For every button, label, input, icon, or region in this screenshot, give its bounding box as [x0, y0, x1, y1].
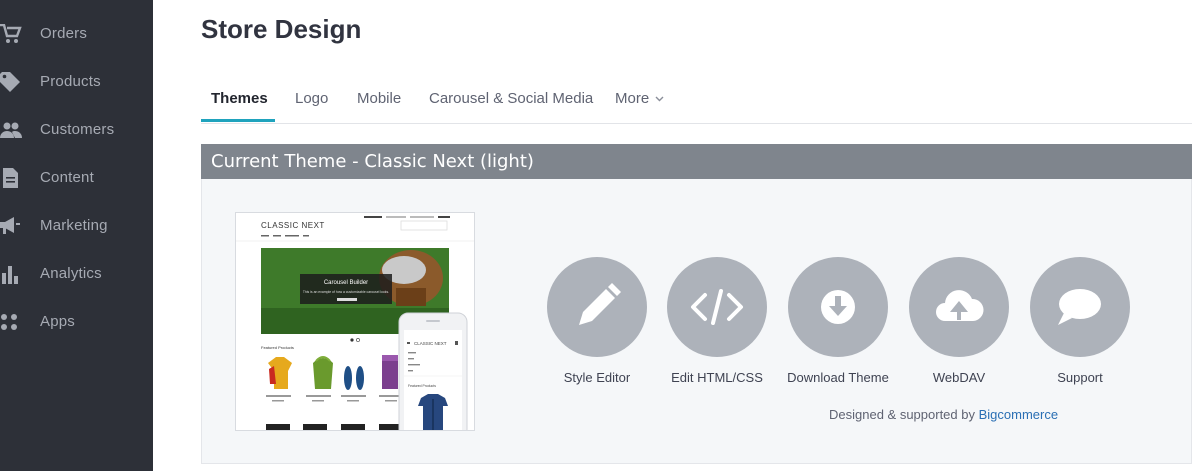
- speech-bubble-icon: [1058, 289, 1101, 325]
- megaphone-icon: [0, 217, 20, 234]
- sidebar-item-content[interactable]: Content: [0, 161, 153, 193]
- support-circle: [1030, 257, 1130, 357]
- sidebar-item-label: Products: [40, 73, 101, 90]
- document-icon: [3, 168, 18, 188]
- download-icon: [821, 290, 855, 324]
- sidebar-item-analytics[interactable]: Analytics: [0, 257, 153, 289]
- pencil-icon: [579, 283, 621, 325]
- current-theme-header: Current Theme - Classic Next (light): [201, 144, 1192, 179]
- main-content: Store Design Themes Logo Mobile Carousel…: [153, 0, 1204, 471]
- current-theme-title: Current Theme - Classic Next (light): [211, 151, 534, 172]
- code-icon: [691, 289, 743, 325]
- sidebar-item-label: Marketing: [40, 217, 108, 234]
- people-icon: [0, 122, 22, 138]
- sidebar: Orders Products Customers Content Market…: [0, 0, 153, 471]
- apps-grid-icon: [1, 314, 17, 330]
- sidebar-item-orders[interactable]: Orders: [0, 17, 153, 49]
- download-theme-circle: [788, 257, 888, 357]
- bigcommerce-link[interactable]: Bigcommerce: [979, 407, 1058, 422]
- preview-store-name: CLASSIC NEXT: [261, 221, 325, 230]
- sidebar-item-apps[interactable]: Apps: [0, 305, 153, 337]
- tab-more-label: More: [615, 90, 650, 107]
- edit-html-css-label: Edit HTML/CSS: [671, 370, 763, 385]
- tab-logo[interactable]: Logo: [295, 90, 328, 107]
- style-editor-label: Style Editor: [563, 370, 631, 385]
- preview-carousel-title: Carousel Builder: [324, 280, 368, 286]
- sidebar-item-customers[interactable]: Customers: [0, 113, 153, 145]
- theme-credit: Designed & supported by Bigcommerce: [829, 407, 1058, 422]
- tab-mobile[interactable]: Mobile: [357, 90, 401, 107]
- page-title: Store Design: [201, 14, 362, 44]
- preview-featured-label: Featured Products: [261, 345, 294, 350]
- chevron-down-icon: [655, 96, 664, 102]
- sidebar-item-label: Orders: [40, 25, 88, 42]
- download-theme-label: Download Theme: [787, 370, 889, 385]
- tab-carousel-social-media[interactable]: Carousel & Social Media: [429, 90, 593, 107]
- tab-more[interactable]: More: [615, 90, 664, 107]
- sidebar-item-label: Customers: [40, 121, 115, 138]
- preview-carousel-text: This is an example of how a customizable…: [303, 290, 389, 294]
- theme-preview-thumbnail: CLASSIC NEXT Carousel Builder This is an…: [235, 212, 475, 431]
- sidebar-item-label: Content: [40, 169, 94, 186]
- style-editor-circle: [547, 257, 647, 357]
- sidebar-item-products[interactable]: Products: [0, 65, 153, 97]
- sidebar-item-label: Apps: [40, 313, 75, 330]
- preview-mobile-store-name: CLASSIC NEXT: [414, 341, 447, 346]
- tab-themes[interactable]: Themes: [211, 90, 268, 107]
- theme-preview-image: CLASSIC NEXT Carousel Builder This is an…: [236, 213, 474, 430]
- sidebar-item-label: Analytics: [40, 265, 102, 282]
- cloud-upload-icon: [936, 290, 984, 321]
- sidebar-item-marketing[interactable]: Marketing: [0, 209, 153, 241]
- tag-icon: [0, 72, 20, 92]
- cart-icon: [0, 24, 22, 43]
- webdav-circle: [909, 257, 1009, 357]
- preview-mobile-featured-label: Featured Products: [408, 384, 436, 388]
- current-theme-panel: CLASSIC NEXT Carousel Builder This is an…: [201, 179, 1192, 464]
- bar-chart-icon: [2, 266, 18, 284]
- webdav-label: WebDAV: [932, 370, 986, 385]
- edit-html-css-circle: [667, 257, 767, 357]
- credit-prefix: Designed & supported by: [829, 407, 975, 422]
- tab-bar: Themes Logo Mobile Carousel & Social Med…: [201, 79, 1192, 124]
- support-label: Support: [1057, 370, 1103, 385]
- active-tab-indicator: [201, 119, 275, 122]
